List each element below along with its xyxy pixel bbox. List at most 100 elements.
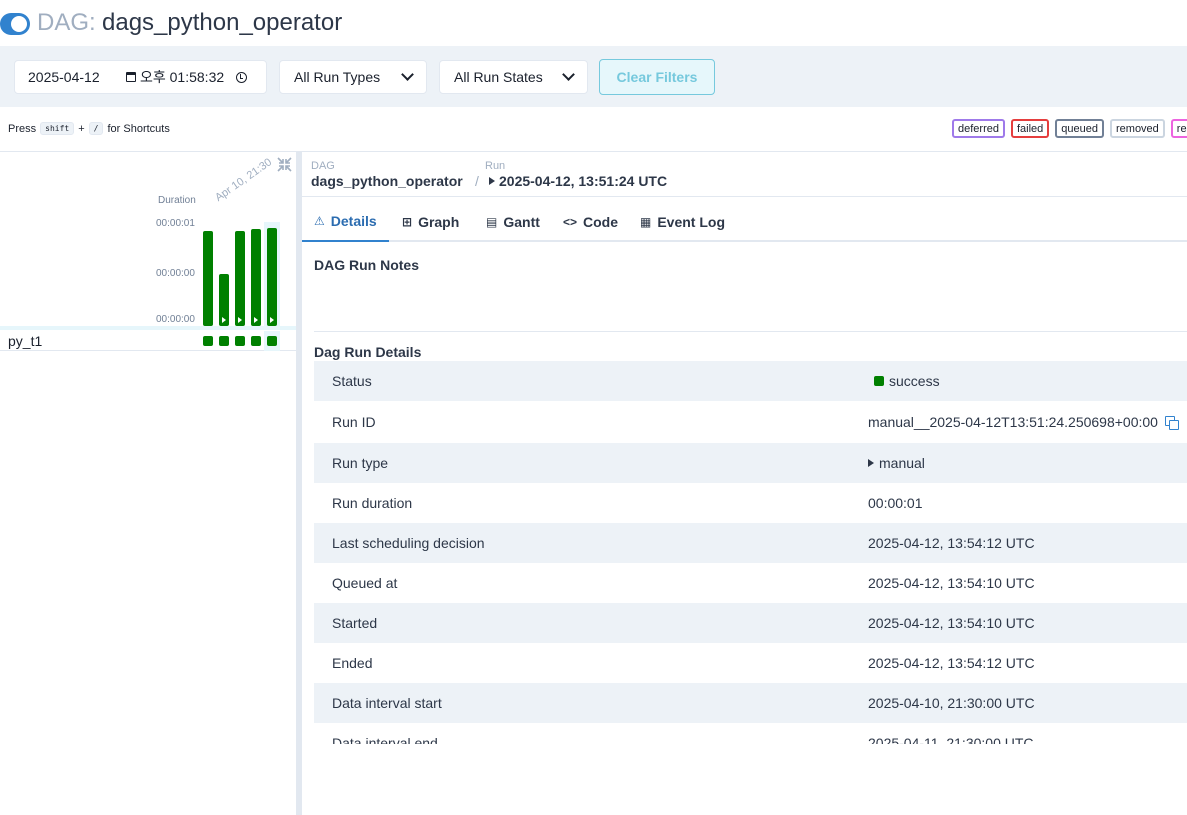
table-row: Run ID manual__2025-04-12T13:51:24.25069…: [314, 401, 1187, 443]
task-instance-cell[interactable]: [267, 336, 277, 346]
time-value: 오후 01:58:32: [140, 69, 225, 85]
detail-key: Last scheduling decision: [332, 535, 485, 551]
tab-label: Details: [330, 213, 377, 229]
chevron-down-icon: [401, 68, 414, 81]
gantt-icon: ▤: [486, 215, 498, 229]
detail-value: 2025-04-12, 13:54:10 UTC: [868, 575, 1035, 591]
legend-deferred[interactable]: deferred: [952, 119, 1005, 138]
base-date-input[interactable]: 2025-04-12 오후 01:58:32: [14, 60, 267, 94]
detail-key: Status: [332, 373, 372, 389]
shortcut-suffix: for Shortcuts: [107, 122, 170, 135]
breadcrumb-separator: /: [475, 173, 479, 189]
table-row: Ended 2025-04-12, 13:54:12 UTC: [314, 643, 1187, 683]
legend-restarting[interactable]: rest: [1170, 119, 1187, 138]
run-bar[interactable]: [203, 231, 213, 326]
shortcut-hint: Press shift + / for Shortcuts: [8, 122, 170, 135]
status-value: success: [889, 373, 940, 389]
state-legend: deferred failed queued removed rest: [952, 119, 1187, 138]
breadcrumb-dag[interactable]: dags_python_operator: [311, 173, 463, 189]
shortcut-legend-row: Press shift + / for Shortcuts deferred f…: [0, 107, 1187, 152]
dag-pause-toggle[interactable]: [0, 13, 30, 35]
run-state-select[interactable]: All Run States: [439, 60, 588, 94]
detail-value: manual__2025-04-12T13:51:24.250698+00:00: [868, 414, 1179, 430]
tab-graph[interactable]: ⊞ Graph: [390, 202, 471, 242]
chart-baseline: [0, 326, 296, 330]
detail-key: Run duration: [332, 495, 413, 511]
run-state-value: All Run States: [454, 69, 543, 85]
notes-title: DAG Run Notes: [314, 257, 419, 273]
task-instance-cell[interactable]: [219, 336, 229, 346]
tab-label: Gantt: [503, 214, 540, 230]
copy-icon[interactable]: [1164, 416, 1179, 430]
warning-icon: ⚠: [314, 214, 325, 228]
chevron-down-icon: [562, 68, 575, 81]
detail-value: 2025-04-10, 21:30:00 UTC: [868, 695, 1035, 711]
code-icon: <>: [563, 215, 578, 229]
detail-value: success: [868, 373, 940, 389]
detail-key: Started: [332, 615, 378, 631]
table-row: Queued at 2025-04-12, 13:54:10 UTC: [314, 563, 1187, 603]
tab-gantt[interactable]: ▤ Gantt: [474, 202, 552, 242]
y-tick-label: 00:00:00: [156, 314, 195, 325]
detail-value: 00:00:01: [868, 495, 923, 511]
shortcut-press: Press: [8, 122, 37, 135]
collapse-icon[interactable]: [277, 157, 292, 172]
task-instance-cell[interactable]: [251, 336, 261, 346]
table-row: Run duration 00:00:01: [314, 483, 1187, 523]
table-row: Run type manual: [314, 443, 1187, 483]
tab-code[interactable]: <> Code: [551, 202, 630, 242]
tab-label: Graph: [418, 214, 460, 230]
task-row[interactable]: py_t1: [0, 331, 296, 351]
shortcut-plus: +: [78, 122, 85, 135]
detail-key: Data interval end: [332, 735, 438, 744]
calendar-icon[interactable]: [126, 72, 136, 82]
detail-key: Run ID: [332, 414, 376, 430]
y-tick-label: 00:00:01: [156, 218, 195, 229]
detail-tabs: ⚠ Details ⊞ Graph ▤ Gantt <> Code ▦ Even…: [302, 202, 1187, 242]
status-square-icon: [874, 376, 884, 386]
run-bar[interactable]: [267, 228, 277, 326]
detail-value: 2025-04-12, 13:54:12 UTC: [868, 535, 1035, 551]
clear-filters-button[interactable]: Clear Filters: [599, 59, 715, 95]
breadcrumb-divider: [302, 196, 1187, 197]
table-row: Started 2025-04-12, 13:54:10 UTC: [314, 603, 1187, 643]
tab-event-log[interactable]: ▦ Event Log: [628, 202, 737, 242]
play-icon: [270, 317, 274, 323]
run-type-value: All Run Types: [294, 69, 381, 85]
breadcrumb-run-value: 2025-04-12, 13:51:24 UTC: [499, 173, 668, 189]
clock-icon[interactable]: [236, 71, 248, 83]
details-title: Dag Run Details: [314, 344, 422, 360]
legend-removed[interactable]: removed: [1110, 119, 1165, 138]
notes-divider: [314, 331, 1187, 332]
legend-failed[interactable]: failed: [1010, 119, 1050, 138]
breadcrumb-run[interactable]: 2025-04-12, 13:51:24 UTC: [489, 173, 667, 189]
panel-resize-handle[interactable]: [296, 152, 302, 815]
table-row: Data interval end 2025-04-11, 21:30:00 U…: [314, 723, 1187, 744]
shortcut-key-slash: /: [88, 122, 104, 135]
run-bar[interactable]: [235, 231, 245, 326]
tab-label: Event Log: [657, 214, 726, 230]
dag-prefix: DAG:: [37, 9, 96, 36]
tab-label: Code: [583, 214, 619, 230]
play-icon: [254, 317, 258, 323]
table-row: Status success: [314, 361, 1187, 401]
run-type-select[interactable]: All Run Types: [279, 60, 427, 94]
duration-axis-label: Duration: [158, 195, 196, 206]
breadcrumb-dag-label: DAG: [311, 160, 335, 172]
table-row: Last scheduling decision 2025-04-12, 13:…: [314, 523, 1187, 563]
detail-value: 2025-04-11, 21:30:00 UTC: [868, 735, 1034, 744]
tab-details[interactable]: ⚠ Details: [302, 202, 389, 242]
date-value: 2025-04-12: [28, 69, 100, 85]
task-instance-cell[interactable]: [203, 336, 213, 346]
task-instance-cell[interactable]: [235, 336, 245, 346]
task-name[interactable]: py_t1: [8, 333, 42, 349]
shortcut-key-shift: shift: [40, 122, 75, 135]
run-id-value: manual__2025-04-12T13:51:24.250698+00:00: [868, 414, 1158, 430]
run-type-value: manual: [879, 455, 925, 471]
detail-key: Data interval start: [332, 695, 442, 711]
run-bar[interactable]: [219, 274, 229, 326]
graph-icon: ⊞: [402, 215, 413, 229]
legend-queued[interactable]: queued: [1055, 119, 1104, 138]
play-icon: [222, 317, 226, 323]
run-bar[interactable]: [251, 229, 261, 326]
